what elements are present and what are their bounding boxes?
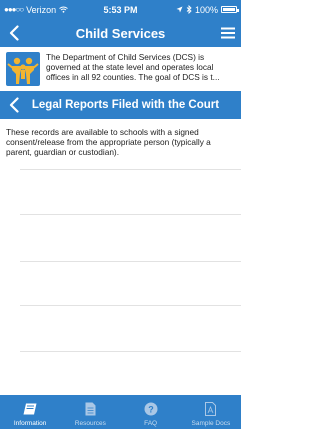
list-divider	[20, 305, 241, 306]
section-title: Legal Reports Filed with the Court	[31, 99, 220, 111]
tab-label: Information	[13, 420, 47, 427]
signal-strength-icon: ●●●○○	[4, 5, 24, 14]
menu-button[interactable]	[219, 24, 237, 42]
tab-label: Sample Docs	[191, 420, 231, 427]
dcs-logo	[6, 52, 40, 86]
battery-percent: 100%	[194, 4, 218, 15]
status-bar: ●●●○○ Verizon 5:53 PM 100%	[0, 0, 241, 19]
hamburger-menu-icon	[221, 27, 235, 39]
list-divider	[20, 169, 241, 170]
list-divider	[20, 261, 241, 262]
status-left: ●●●○○ Verizon	[4, 5, 121, 15]
list-divider	[20, 214, 241, 215]
book-icon	[23, 402, 37, 416]
section-header: Legal Reports Filed with the Court	[0, 91, 241, 119]
battery-icon	[221, 6, 239, 13]
tab-sample-docs[interactable]: Sample Docs	[181, 395, 241, 429]
page-title: Child Services	[75, 25, 166, 41]
records-description: These records are available to schools w…	[6, 127, 211, 157]
agency-description: The Department of Child Services (DCS) i…	[46, 52, 220, 82]
family-icon	[6, 52, 40, 86]
svg-text:?: ?	[148, 405, 154, 415]
location-arrow-icon	[176, 6, 183, 13]
nav-bar: Child Services	[0, 19, 241, 47]
carrier-name: Verizon	[26, 4, 57, 15]
agency-info-card[interactable]: The Department of Child Services (DCS) i…	[0, 47, 241, 91]
list-divider	[20, 351, 241, 352]
tab-label: Resources	[74, 420, 106, 427]
wifi-icon	[59, 6, 69, 13]
content-area[interactable]: These records are available to schools w…	[0, 119, 241, 395]
document-icon	[83, 402, 97, 416]
tab-label: FAQ	[144, 420, 158, 427]
chevron-left-icon	[9, 97, 19, 113]
bluetooth-icon	[186, 5, 192, 14]
chevron-left-icon	[9, 25, 19, 41]
tab-faq[interactable]: ? FAQ	[121, 395, 181, 429]
back-button[interactable]	[4, 23, 24, 43]
section-back-button[interactable]	[4, 95, 24, 115]
tab-bar: Information Resources ? FAQ Sample Docs	[0, 395, 241, 429]
tab-information[interactable]: Information	[0, 395, 60, 429]
status-right: 100%	[121, 4, 239, 15]
pdf-icon	[204, 402, 218, 416]
tab-resources[interactable]: Resources	[60, 395, 120, 429]
question-icon: ?	[144, 402, 158, 416]
